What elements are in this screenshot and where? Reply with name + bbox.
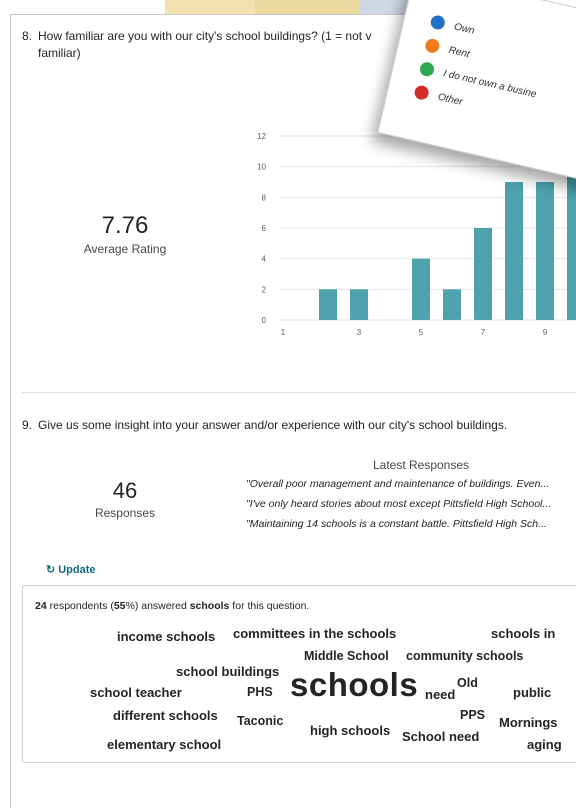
update-button[interactable]: ↻ Update [46, 563, 96, 577]
legend-label: Rent [447, 44, 471, 60]
summary-text: for this question. [229, 600, 310, 612]
bar-rating-10[interactable] [567, 166, 576, 320]
word-cloud-term[interactable]: Old [457, 676, 478, 690]
y-tick-label: 10 [257, 163, 266, 172]
latest-response-item[interactable]: "Maintaining 14 schools is a constant ba… [246, 518, 576, 530]
x-tick-label: 9 [543, 328, 548, 337]
bar-rating-6[interactable] [443, 289, 461, 320]
update-label: Update [58, 563, 96, 576]
responses-count: 46 [112, 478, 138, 503]
summary-count: 24 [35, 600, 47, 612]
word-cloud-term[interactable]: committees in the schools [233, 626, 396, 641]
question-number: 8. [22, 29, 33, 43]
question-text: How familiar are you with our city's sch… [38, 29, 372, 43]
word-cloud-term[interactable]: PHS [247, 685, 273, 699]
latest-responses: Latest Responses "Overall poor managemen… [246, 458, 576, 538]
bar-rating-3[interactable] [350, 289, 368, 320]
word-cloud-term[interactable]: income schools [117, 629, 215, 644]
average-rating-value: 7.76 [101, 212, 149, 239]
bar-rating-2[interactable] [319, 289, 337, 320]
legend-item-own: Own [429, 14, 476, 38]
x-tick-label: 3 [357, 328, 362, 337]
word-cloud-term[interactable]: Taconic [237, 714, 283, 728]
y-tick-label: 2 [262, 285, 267, 294]
bar-rating-9[interactable] [536, 182, 554, 320]
legend-dot-icon [413, 84, 430, 102]
word-cloud-term[interactable]: public [513, 685, 551, 700]
word-cloud-term[interactable]: Mornings [499, 715, 558, 730]
y-tick-label: 0 [262, 316, 267, 325]
bar-rating-8[interactable] [505, 182, 523, 320]
word-cloud-term[interactable]: school buildings [176, 664, 279, 679]
question-9-title: 9. Give us some insight into your answer … [22, 417, 576, 434]
x-tick-label: 1 [281, 328, 286, 337]
word-cloud-term[interactable]: schools in [491, 626, 555, 641]
x-tick-label: 7 [481, 328, 486, 337]
section-divider [22, 392, 576, 393]
latest-response-item[interactable]: "I've only heard stories about most exce… [246, 498, 576, 510]
x-tick-label: 5 [419, 328, 424, 337]
y-tick-label: 4 [262, 255, 267, 264]
legend-label: Own [453, 20, 476, 37]
legend-label: Other [436, 91, 464, 108]
legend-dot-icon [418, 60, 436, 78]
word-cloud-summary: 24 respondents (55%) answered schools fo… [35, 600, 309, 612]
word-cloud-term[interactable]: elementary school [107, 737, 221, 752]
survey-results-page: 8. How familiar are you with our city's s… [0, 0, 576, 808]
question-text: Give us some insight into your answer an… [38, 418, 508, 432]
word-cloud-term[interactable]: different schools [113, 708, 218, 723]
legend-dot-icon [429, 14, 447, 31]
word-cloud-panel: 24 respondents (55%) answered schools fo… [22, 585, 576, 763]
latest-responses-heading: Latest Responses [372, 458, 470, 472]
legend-item-rent: Rent [423, 37, 471, 61]
word-cloud-term[interactable]: PPS [460, 708, 485, 722]
question-text-continued: familiar) [38, 46, 81, 60]
summary-keyword: schools [189, 600, 230, 612]
word-cloud-term[interactable]: high schools [310, 723, 390, 738]
summary-percent: 55 [113, 600, 126, 612]
word-cloud-term[interactable]: School need [402, 729, 479, 744]
question-8-title: 8. How familiar are you with our city's s… [22, 28, 382, 62]
average-rating-label: Average Rating [83, 242, 167, 256]
legend-dot-icon [423, 37, 441, 55]
y-tick-label: 8 [262, 193, 267, 202]
refresh-icon: ↻ [46, 564, 56, 576]
word-cloud-term[interactable]: school teacher [90, 685, 182, 700]
word-cloud-term[interactable]: community schools [406, 649, 523, 663]
summary-text: respondents ( [46, 600, 114, 612]
y-tick-label: 12 [257, 132, 266, 141]
word-cloud-term[interactable]: aging [527, 737, 562, 752]
average-rating-stat: 7.76 Average Rating [70, 212, 180, 256]
question-number: 9. [22, 418, 33, 432]
y-tick-label: 6 [262, 224, 267, 233]
legend-item-other: Other [413, 84, 464, 109]
latest-response-item[interactable]: "Overall poor management and maintenance… [246, 478, 576, 490]
responses-label: Responses [94, 506, 156, 520]
summary-text: %) answered [125, 600, 190, 612]
responses-stat: 46 Responses [70, 478, 180, 520]
word-cloud-term[interactable]: need [425, 687, 455, 702]
word-cloud-term[interactable]: Middle School [304, 649, 389, 663]
word-cloud-term[interactable]: schools [290, 666, 418, 704]
bar-rating-7[interactable] [474, 228, 492, 320]
bar-rating-5[interactable] [412, 258, 430, 320]
